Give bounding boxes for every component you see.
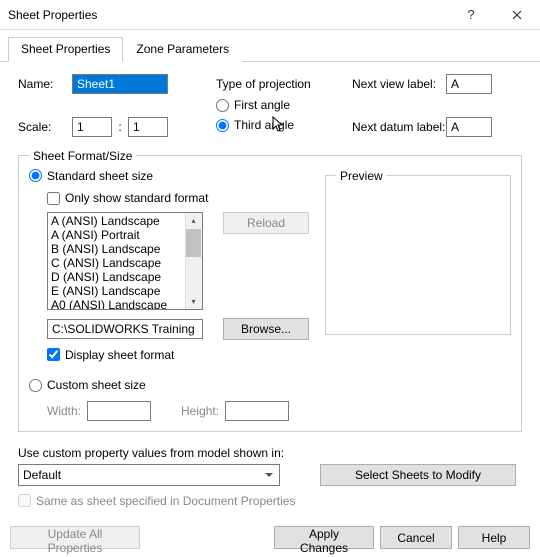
preview-box: Preview [325, 169, 511, 335]
titlebar: Sheet Properties ? [0, 0, 540, 30]
scroll-up-icon[interactable]: ▴ [185, 213, 202, 228]
projection-label: Type of projection [216, 77, 324, 91]
tab-zone-parameters[interactable]: Zone Parameters [123, 37, 242, 62]
radio-first-angle[interactable]: First angle [216, 98, 290, 112]
apply-button[interactable]: Apply Changes [274, 526, 374, 549]
browse-button[interactable]: Browse... [223, 318, 309, 340]
chk-display-sheet-format[interactable]: Display sheet format [47, 348, 174, 362]
list-item[interactable]: C (ANSI) Landscape [51, 256, 202, 270]
standard-size-label: Standard sheet size [47, 169, 153, 183]
tab-strip: Sheet Properties Zone Parameters [0, 30, 540, 62]
sheet-size-list[interactable]: ▴ ▾ A (ANSI) Landscape A (ANSI) Portrait… [47, 212, 203, 310]
scale-a-input[interactable] [72, 117, 112, 137]
custom-size-label: Custom sheet size [47, 378, 146, 392]
window-title: Sheet Properties [8, 8, 448, 22]
first-angle-label: First angle [234, 98, 290, 112]
list-item[interactable]: A (ANSI) Landscape [51, 214, 202, 228]
reload-button[interactable]: Reload [223, 212, 309, 234]
scroll-thumb[interactable] [186, 229, 201, 257]
width-input [87, 401, 151, 421]
format-path-input[interactable] [47, 319, 203, 339]
sheet-format-group: Sheet Format/Size Standard sheet size On… [18, 149, 522, 432]
update-all-button[interactable]: Update All Properties [10, 526, 140, 549]
chk-only-standard[interactable]: Only show standard format [47, 191, 208, 205]
footer: Update All Properties Apply Changes Canc… [10, 526, 530, 549]
use-custom-label: Use custom property values from model sh… [18, 446, 522, 460]
scale-b-input[interactable] [128, 117, 168, 137]
next-datum-input[interactable] [446, 117, 492, 137]
width-label: Width: [47, 404, 81, 418]
preview-legend: Preview [336, 169, 387, 183]
list-item[interactable]: B (ANSI) Landscape [51, 242, 202, 256]
tab-sheet-properties[interactable]: Sheet Properties [8, 37, 123, 62]
select-sheets-button[interactable]: Select Sheets to Modify [320, 464, 516, 486]
cursor-icon [272, 116, 286, 134]
scale-colon: : [112, 120, 128, 134]
sheet-format-legend: Sheet Format/Size [29, 149, 136, 163]
scale-label: Scale: [18, 120, 72, 134]
next-datum-label: Next datum label: [352, 120, 446, 134]
help-button[interactable]: ? [448, 0, 494, 30]
close-button[interactable] [494, 0, 540, 30]
list-item[interactable]: A0 (ANSI) Landscape [51, 298, 202, 310]
cancel-button[interactable]: Cancel [380, 526, 452, 549]
model-select-value: Default [23, 468, 61, 482]
height-label: Height: [181, 404, 219, 418]
name-label: Name: [18, 77, 72, 91]
next-view-label: Next view label: [352, 77, 446, 91]
radio-standard-size[interactable]: Standard sheet size [29, 169, 153, 183]
list-item[interactable]: E (ANSI) Landscape [51, 284, 202, 298]
model-select[interactable]: Default [18, 464, 280, 486]
list-item[interactable]: A (ANSI) Portrait [51, 228, 202, 242]
radio-custom-size[interactable]: Custom sheet size [29, 378, 146, 392]
display-sheet-format-label: Display sheet format [65, 348, 174, 362]
list-item[interactable]: D (ANSI) Landscape [51, 270, 202, 284]
same-as-label: Same as sheet specified in Document Prop… [36, 494, 295, 508]
next-view-input[interactable] [446, 74, 492, 94]
chk-same-as-doc: Same as sheet specified in Document Prop… [18, 494, 295, 508]
name-input[interactable] [72, 74, 168, 94]
help-footer-button[interactable]: Help [458, 526, 530, 549]
only-standard-label: Only show standard format [65, 191, 208, 205]
scrollbar[interactable]: ▴ ▾ [185, 213, 202, 309]
height-input [225, 401, 289, 421]
scroll-down-icon[interactable]: ▾ [185, 294, 202, 309]
